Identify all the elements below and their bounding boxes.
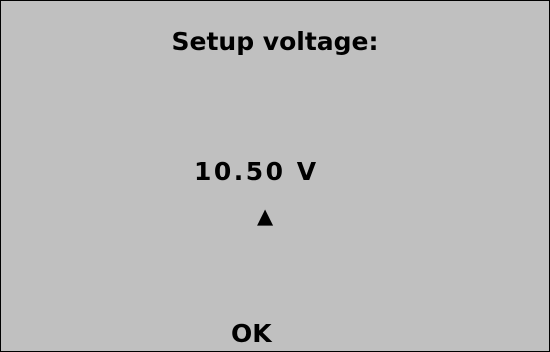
lcd-screen: Setup voltage: 10.50 V ▲ OK: [0, 0, 550, 352]
up-triangle-icon: ▲: [257, 204, 274, 228]
ok-button[interactable]: OK: [231, 319, 272, 349]
screen-title: Setup voltage:: [171, 27, 379, 56]
voltage-value: 10.50: [194, 157, 286, 186]
voltage-unit: V: [296, 157, 319, 186]
voltage-value-display[interactable]: 10.50 V: [194, 157, 319, 186]
